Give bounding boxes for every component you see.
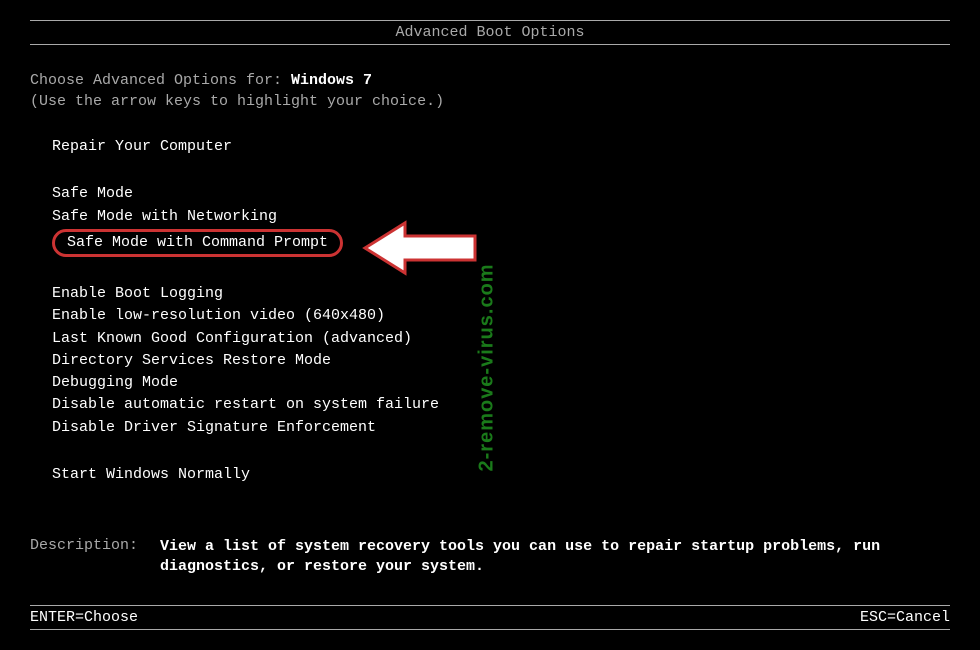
menu-item-safemode-networking[interactable]: Safe Mode with Networking xyxy=(52,207,277,227)
menu-item-lkgc[interactable]: Last Known Good Configuration (advanced) xyxy=(52,329,412,349)
menu-item-boot-logging[interactable]: Enable Boot Logging xyxy=(52,284,223,304)
footer-esc: ESC=Cancel xyxy=(860,609,950,626)
os-name: Windows 7 xyxy=(291,72,372,89)
menu-item-debugging[interactable]: Debugging Mode xyxy=(52,373,178,393)
menu-item-lowres[interactable]: Enable low-resolution video (640x480) xyxy=(52,306,385,326)
menu-item-safemode-cmd[interactable]: Safe Mode with Command Prompt xyxy=(52,229,343,257)
footer-bar: ENTER=Choose ESC=Cancel xyxy=(30,605,950,630)
menu-group-safemode: Safe Mode Safe Mode with Networking Safe… xyxy=(30,184,950,259)
menu-item-safemode[interactable]: Safe Mode xyxy=(52,184,133,204)
menu-group-advanced: Enable Boot Logging Enable low-resolutio… xyxy=(30,284,950,440)
page-title: Advanced Boot Options xyxy=(395,24,584,41)
menu-item-disable-dse[interactable]: Disable Driver Signature Enforcement xyxy=(52,418,376,438)
menu-group-repair: Repair Your Computer xyxy=(30,137,950,159)
description-label: Description: xyxy=(30,537,160,578)
prompt-prefix: Choose Advanced Options for: xyxy=(30,72,291,89)
prompt-section: Choose Advanced Options for: Windows 7 (… xyxy=(30,70,950,112)
prompt-hint: (Use the arrow keys to highlight your ch… xyxy=(30,93,444,110)
menu-group-normal: Start Windows Normally xyxy=(30,465,950,487)
menu-item-start-normally[interactable]: Start Windows Normally xyxy=(52,465,250,485)
menu-item-repair[interactable]: Repair Your Computer xyxy=(52,137,232,157)
title-bar: Advanced Boot Options xyxy=(30,20,950,45)
description-section: Description: View a list of system recov… xyxy=(30,537,950,578)
footer-enter: ENTER=Choose xyxy=(30,609,138,626)
description-text: View a list of system recovery tools you… xyxy=(160,537,950,578)
menu-item-disable-restart[interactable]: Disable automatic restart on system fail… xyxy=(52,395,439,415)
menu-item-dsrm[interactable]: Directory Services Restore Mode xyxy=(52,351,331,371)
